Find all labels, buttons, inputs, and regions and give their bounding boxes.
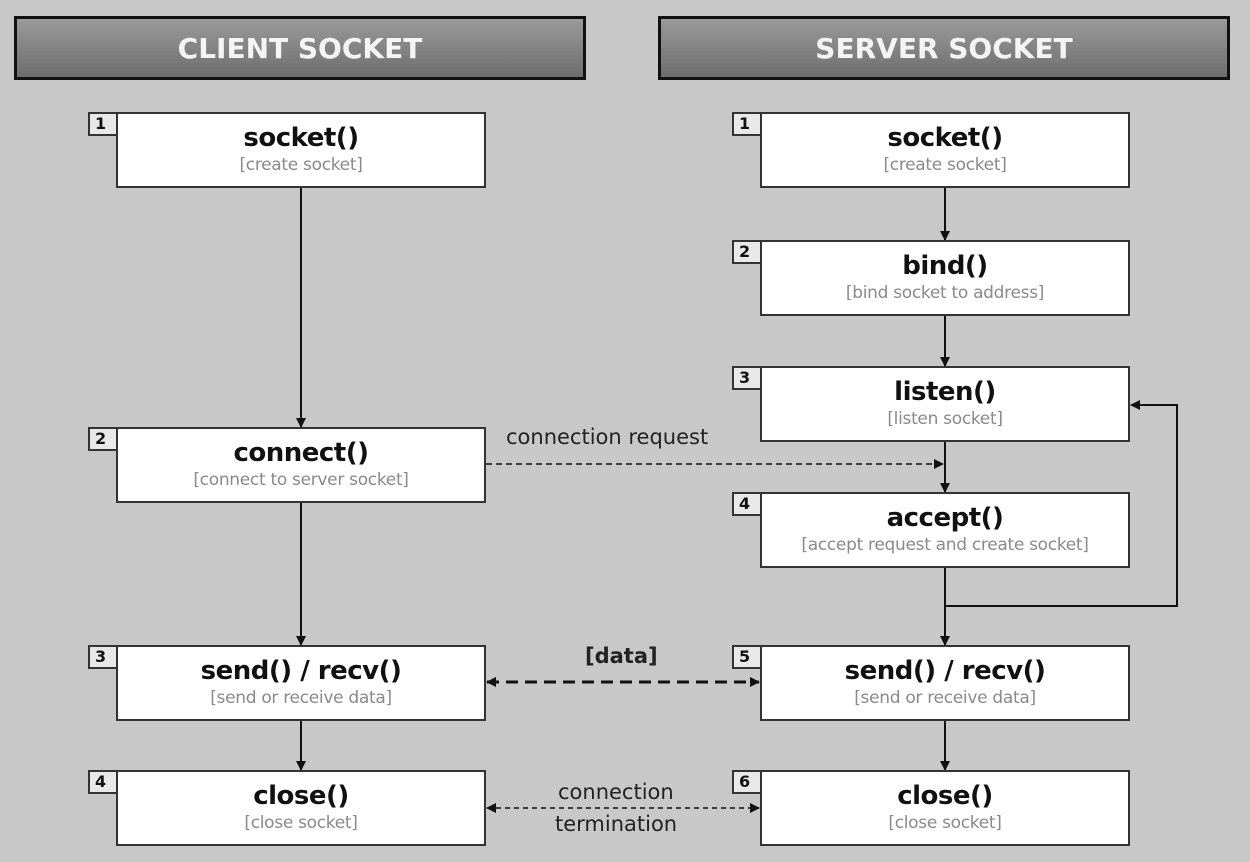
step-number: 5 [732, 645, 760, 669]
step-description: [close socket] [244, 813, 358, 833]
client-step-send-recv: 3 send() / recv() [send or receive data] [88, 645, 486, 721]
step-number: 1 [88, 112, 116, 136]
connection-request-label: connection request [506, 425, 709, 449]
step-number: 2 [88, 427, 116, 451]
termination-label-line2: termination [555, 812, 678, 836]
client-step-socket: 1 socket() [create socket] [88, 112, 486, 188]
step-number: 6 [732, 770, 760, 794]
step-description: [send or receive data] [210, 688, 392, 708]
step-number: 1 [732, 112, 760, 136]
data-label: [data] [585, 644, 658, 668]
step-number: 4 [732, 492, 760, 516]
step-title: send() / recv() [844, 656, 1046, 686]
step-title: close() [897, 781, 993, 811]
step-description: [listen socket] [887, 409, 1003, 429]
step-description: [send or receive data] [854, 688, 1036, 708]
step-number: 2 [732, 240, 760, 264]
client-step-connect: 2 connect() [connect to server socket] [88, 427, 486, 503]
step-description: [accept request and create socket] [801, 535, 1089, 555]
server-step-accept: 4 accept() [accept request and create so… [732, 492, 1130, 568]
server-step-close: 6 close() [close socket] [732, 770, 1130, 846]
step-title: send() / recv() [200, 656, 402, 686]
server-step-bind: 2 bind() [bind socket to address] [732, 240, 1130, 316]
step-title: connect() [233, 438, 369, 468]
server-step-send-recv: 5 send() / recv() [send or receive data] [732, 645, 1130, 721]
step-number: 3 [88, 645, 116, 669]
step-title: accept() [886, 503, 1004, 533]
step-description: [bind socket to address] [845, 283, 1045, 303]
step-title: socket() [243, 123, 359, 153]
step-description: [create socket] [239, 155, 363, 175]
server-step-socket: 1 socket() [create socket] [732, 112, 1130, 188]
client-step-close: 4 close() [close socket] [88, 770, 486, 846]
step-title: listen() [894, 377, 996, 407]
server-step-listen: 3 listen() [listen socket] [732, 366, 1130, 442]
step-title: socket() [887, 123, 1003, 153]
step-description: [close socket] [888, 813, 1002, 833]
step-description: [connect to server socket] [193, 470, 409, 490]
step-number: 3 [732, 366, 760, 390]
termination-label-line1: connection [558, 780, 674, 804]
step-number: 4 [88, 770, 116, 794]
step-title: close() [253, 781, 349, 811]
step-description: [create socket] [883, 155, 1007, 175]
step-title: bind() [902, 251, 988, 281]
